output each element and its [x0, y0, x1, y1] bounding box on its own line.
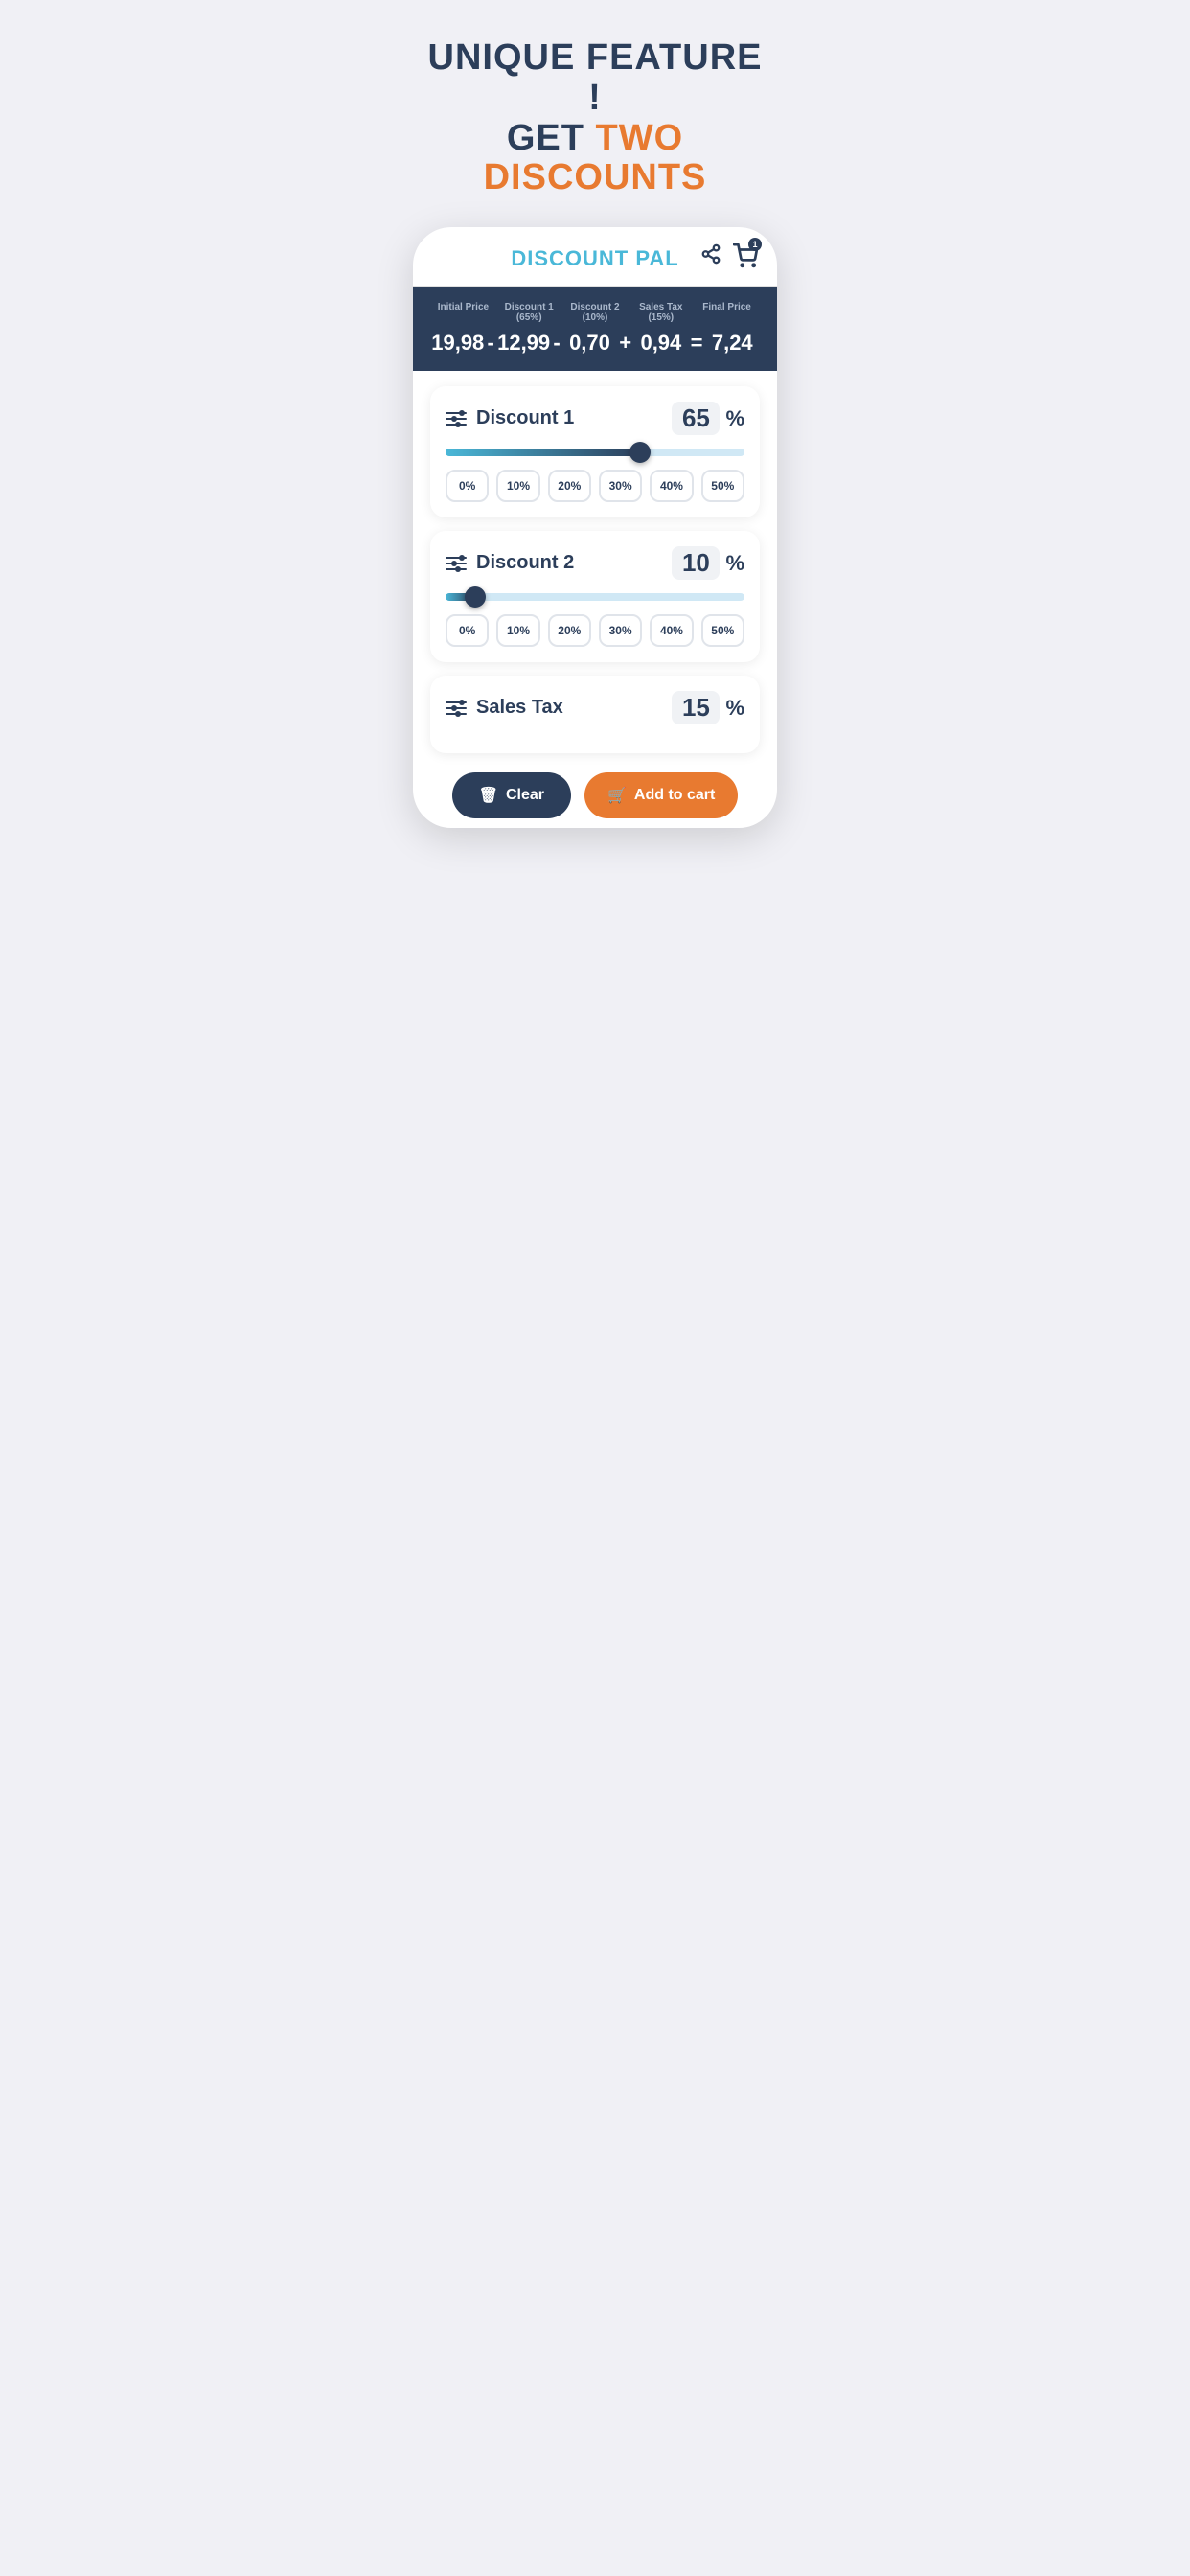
sliders-icon-d1 [446, 412, 467, 426]
discount2-slider-bg [446, 593, 744, 601]
sales-tax-section: Sales Tax 15 % [430, 676, 760, 753]
sliders-line-d2-2 [446, 563, 467, 564]
share-icon[interactable] [700, 243, 721, 274]
label-sales-tax: Sales Tax(15%) [628, 302, 694, 323]
header-icons: 1 [700, 243, 758, 274]
trash-icon: 🗑 [479, 786, 498, 805]
phone-frame: DISCOUNT PAL [413, 227, 777, 828]
add-to-cart-button[interactable]: 🛒 Add to cart [584, 772, 738, 818]
discount1-title: Discount 1 [476, 407, 574, 429]
sliders-line-tax-1 [446, 702, 467, 703]
headline-line2: GET TWO DISCOUNTS [416, 119, 774, 199]
value-sales-tax: 0,94 [633, 331, 689, 356]
discount2-slider-track[interactable] [446, 593, 744, 601]
discount2-value-group: 10 % [672, 546, 744, 580]
discount2-slider-container [446, 593, 744, 601]
sales-tax-title: Sales Tax [476, 697, 563, 719]
sliders-line-tax-3 [446, 713, 467, 715]
discount1-btn-50[interactable]: 50% [701, 470, 744, 502]
summary-values: 19,98 - 12,99 - 0,70 + 0,94 = 7,24 [430, 331, 760, 356]
operator-2: - [551, 331, 561, 356]
value-initial-price: 19,98 [430, 331, 486, 356]
discount2-btn-0[interactable]: 0% [446, 614, 489, 647]
discount2-btn-50[interactable]: 50% [701, 614, 744, 647]
discount1-percent: % [725, 406, 744, 431]
sales-tax-value-group: 15 % [672, 691, 744, 724]
discount1-quick-select: 0% 10% 20% 30% 40% 50% [446, 470, 744, 502]
discount1-slider-track[interactable] [446, 448, 744, 456]
discount1-slider-thumb[interactable] [629, 442, 651, 463]
value-discount1: 12,99 [496, 331, 552, 356]
operator-4: = [689, 331, 705, 356]
sliders-icon-tax [446, 702, 467, 715]
discount1-header: Discount 1 65 % [446, 402, 744, 435]
sliders-line-1 [446, 412, 467, 414]
sliders-line-d2-1 [446, 557, 467, 559]
discount1-slider-container [446, 448, 744, 456]
discount1-section: Discount 1 65 % 0% 10% [430, 386, 760, 518]
label-discount1: Discount 1(65%) [496, 302, 562, 323]
discount2-btn-10[interactable]: 10% [496, 614, 539, 647]
discount1-btn-20[interactable]: 20% [548, 470, 591, 502]
headline-line1: UNIQUE FEATURE ! [416, 38, 774, 119]
sliders-line-3 [446, 424, 467, 426]
sales-tax-header: Sales Tax 15 % [446, 691, 744, 724]
discount1-btn-40[interactable]: 40% [650, 470, 693, 502]
discount2-title-group: Discount 2 [446, 552, 574, 574]
label-discount2: Discount 2(10%) [562, 302, 629, 323]
discount1-slider-fill [446, 448, 640, 456]
discount2-section: Discount 2 10 % 0% 10% [430, 531, 760, 662]
summary-card: Initial Price Discount 1(65%) Discount 2… [413, 287, 777, 371]
discount1-value-group: 65 % [672, 402, 744, 435]
discount1-btn-10[interactable]: 10% [496, 470, 539, 502]
sales-tax-percent: % [725, 696, 744, 721]
cart-icon[interactable]: 1 [733, 243, 758, 274]
operator-1: - [486, 331, 496, 356]
discount2-quick-select: 0% 10% 20% 30% 40% 50% [446, 614, 744, 647]
sliders-icon-d2 [446, 557, 467, 570]
discount1-btn-0[interactable]: 0% [446, 470, 489, 502]
value-discount2: 0,70 [562, 331, 618, 356]
discount2-percent: % [725, 551, 744, 576]
sliders-line-2 [446, 418, 467, 420]
value-final-price: 7,24 [705, 331, 761, 356]
discount1-btn-30[interactable]: 30% [599, 470, 642, 502]
sliders-line-d2-3 [446, 568, 467, 570]
add-cart-label: Add to cart [634, 787, 715, 804]
cart-plus-icon: 🛒 [607, 786, 627, 805]
sliders-line-tax-2 [446, 707, 467, 709]
discount2-title: Discount 2 [476, 552, 574, 574]
discount2-btn-40[interactable]: 40% [650, 614, 693, 647]
discount2-header: Discount 2 10 % [446, 546, 744, 580]
sales-tax-title-group: Sales Tax [446, 697, 563, 719]
app-header: DISCOUNT PAL [413, 227, 777, 287]
cart-badge: 1 [748, 238, 762, 251]
app-title: DISCOUNT PAL [511, 246, 678, 271]
discount2-slider-thumb[interactable] [465, 586, 486, 608]
label-final-price: Final Price [694, 302, 760, 323]
headline: UNIQUE FEATURE ! GET TWO DISCOUNTS [416, 38, 774, 198]
discount1-title-group: Discount 1 [446, 407, 574, 429]
headline-get: GET [507, 118, 584, 158]
discount2-btn-30[interactable]: 30% [599, 614, 642, 647]
discount1-value: 65 [672, 402, 720, 435]
bottom-buttons: 🗑 Clear 🛒 Add to cart [413, 772, 777, 828]
clear-label: Clear [506, 787, 544, 804]
discount2-value: 10 [672, 546, 720, 580]
app-content: Discount 1 65 % 0% 10% [413, 371, 777, 772]
operator-3: + [617, 331, 633, 356]
label-initial-price: Initial Price [430, 302, 496, 323]
discount2-btn-20[interactable]: 20% [548, 614, 591, 647]
summary-labels: Initial Price Discount 1(65%) Discount 2… [430, 302, 760, 323]
page-wrapper: UNIQUE FEATURE ! GET TWO DISCOUNTS DISCO… [397, 0, 793, 866]
clear-button[interactable]: 🗑 Clear [452, 772, 571, 818]
sales-tax-value: 15 [672, 691, 720, 724]
